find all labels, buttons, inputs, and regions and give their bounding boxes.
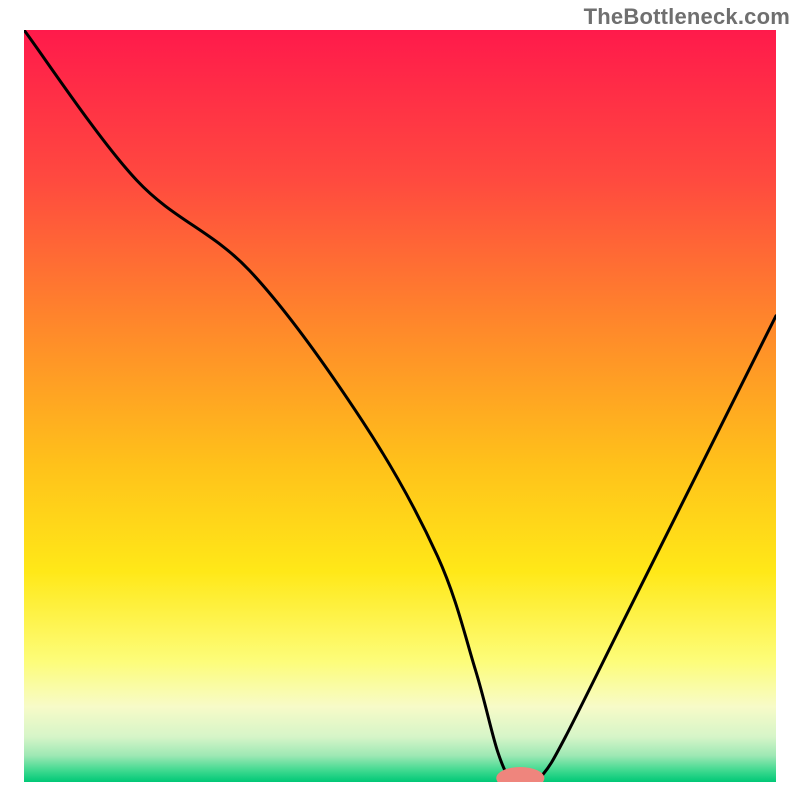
watermark-label: TheBottleneck.com [584,4,790,30]
chart-background [24,30,776,782]
chart-container: TheBottleneck.com [0,0,800,800]
bottleneck-chart [24,30,776,782]
plot-area [24,30,776,782]
